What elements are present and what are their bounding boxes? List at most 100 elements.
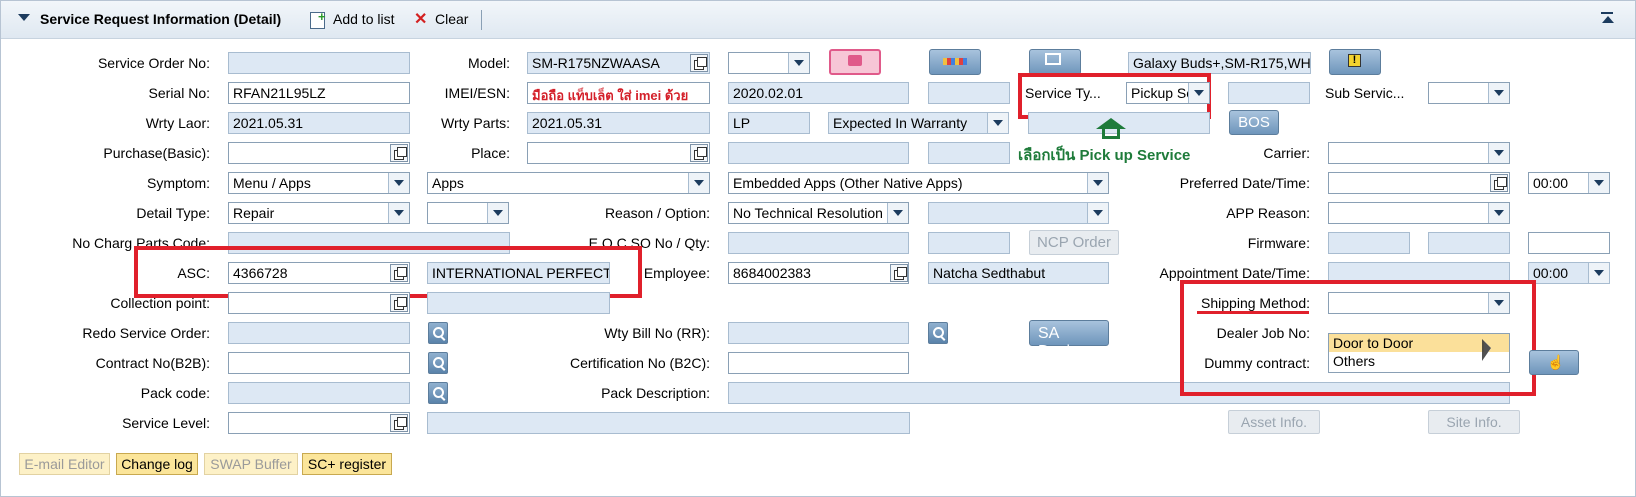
bos-button[interactable]: BOS (1229, 110, 1279, 135)
search-icon[interactable] (428, 352, 448, 374)
chevron-down-icon[interactable] (688, 173, 709, 193)
contract-no-b2b-field[interactable] (228, 352, 410, 374)
wrty-labor-field: 2021.05.31 (228, 112, 410, 134)
firmware-field-3[interactable] (1528, 232, 1610, 254)
symptom-1-select[interactable]: Menu / Apps (228, 172, 410, 194)
reason-select[interactable]: No Technical Resolution (728, 202, 909, 224)
carrier-select[interactable] (1328, 142, 1510, 164)
email-editor-button[interactable]: E-mail Editor (19, 453, 110, 475)
value-help-icon[interactable] (690, 144, 708, 162)
plus-icon: + (318, 9, 326, 24)
option-select[interactable] (928, 202, 1109, 224)
chevron-down-icon[interactable] (1488, 143, 1509, 163)
change-log-button[interactable]: Change log (116, 453, 198, 475)
wrty-code-field: LP (728, 112, 810, 134)
value-help-icon[interactable] (690, 54, 708, 72)
service-order-no-field[interactable] (228, 52, 410, 74)
chevron-down-icon[interactable] (1087, 173, 1108, 193)
clear-x-icon[interactable]: ✕ (414, 9, 427, 29)
chevron-down-icon[interactable] (388, 173, 409, 193)
label-pack-code: Pack code: (140, 385, 210, 401)
clear-button[interactable]: Clear (435, 11, 468, 27)
detail-type-select[interactable]: Repair (228, 202, 410, 224)
wrty-parts-field: 2021.05.31 (527, 112, 710, 134)
place-detail-field (728, 142, 909, 164)
collapse-up-icon[interactable] (1602, 16, 1614, 23)
pickup-service-annotation: เลือกเป็น Pick up Service (1018, 147, 1191, 164)
chevron-down-icon[interactable] (388, 203, 409, 223)
service-type-code-field (1228, 82, 1310, 104)
place-field[interactable] (527, 142, 710, 164)
certification-no-field[interactable] (728, 352, 909, 374)
preferred-date-field[interactable] (1328, 172, 1510, 194)
search-icon[interactable] (428, 382, 448, 404)
ncp-order-button[interactable]: NCP Order (1029, 230, 1119, 255)
swap-buffer-button[interactable]: SWAP Buffer (204, 453, 298, 475)
sc-register-button[interactable]: SC+ register (302, 453, 392, 475)
asset-info-button[interactable]: Asset Info. (1228, 410, 1320, 434)
search-icon[interactable] (428, 322, 448, 344)
label-service-order-no: Service Order No: (97, 55, 210, 71)
collection-point-name-field (427, 292, 610, 314)
label-dealer-job-no: Dealer Job No: (1216, 325, 1310, 341)
asc-highlight-box (134, 246, 642, 298)
blank-readonly-field (928, 82, 1010, 104)
chevron-down-icon[interactable] (1087, 203, 1108, 223)
place-code-field (928, 142, 1010, 164)
label-contract-no-b2b: Contract No(B2B): (95, 355, 210, 371)
service-level-field[interactable] (228, 412, 410, 434)
tv-icon (848, 55, 862, 66)
label-imei-esn: IMEI/ESN: (444, 85, 510, 101)
model-field[interactable]: SM-R175NZWAASA (527, 52, 710, 74)
shipping-method-select[interactable] (1328, 292, 1510, 314)
label-shipping-method: Shipping Method: (1201, 295, 1310, 311)
collapse-triangle-icon[interactable] (18, 14, 30, 21)
label-purchase-basic: Purchase(Basic): (103, 145, 210, 161)
label-symptom: Symptom: (146, 175, 210, 191)
label-place: Place: (471, 145, 510, 161)
panel-title: Service Request Information (Detail) (40, 11, 282, 27)
barcode-icon (943, 58, 967, 65)
value-help-icon[interactable] (390, 414, 408, 432)
warranty-status-select[interactable]: Expected In Warranty (828, 112, 1009, 134)
label-model: Model: (467, 55, 510, 71)
label-appointment-datetime: Appointment Date/Time: (1159, 265, 1310, 281)
site-info-button[interactable]: Site Info. (1428, 410, 1520, 434)
chevron-down-icon[interactable] (788, 53, 809, 73)
chevron-down-icon[interactable] (1188, 83, 1209, 103)
chevron-down-icon[interactable] (1588, 263, 1609, 283)
app-reason-select[interactable] (1328, 202, 1510, 224)
serial-no-field[interactable]: RFAN21L95LZ (228, 82, 410, 104)
symptom-3-select[interactable]: Embedded Apps (Other Native Apps) (728, 172, 1109, 194)
employee-id-field[interactable]: 8684002383 (728, 262, 909, 284)
search-icon[interactable] (928, 322, 948, 344)
label-redo-service-order: Redo Service Order: (82, 325, 210, 341)
chevron-down-icon[interactable] (1488, 293, 1509, 313)
chevron-down-icon[interactable] (987, 113, 1008, 133)
pack-code-field (228, 382, 410, 404)
chevron-down-icon[interactable] (1488, 203, 1509, 223)
redo-service-order-field (228, 322, 410, 344)
value-help-icon[interactable] (390, 294, 408, 312)
service-level-desc-field (427, 412, 910, 434)
purchase-basic-field[interactable] (228, 142, 410, 164)
label-service-type: Service Ty... (1025, 85, 1101, 101)
calendar-icon[interactable] (1490, 174, 1508, 192)
sa-device-button[interactable]: SA Device (1029, 320, 1109, 360)
label-wrty-parts: Wrty Parts: (441, 115, 510, 131)
chevron-down-icon[interactable] (887, 203, 908, 223)
chevron-down-icon[interactable] (487, 203, 508, 223)
add-to-list-button[interactable]: Add to list (333, 11, 394, 27)
label-wrty-labor: Wrty Laor: (145, 115, 210, 131)
symptom-2-select[interactable]: Apps (427, 172, 710, 194)
calendar-icon[interactable] (390, 144, 408, 162)
hand-pointer-icon: ☝ (1547, 354, 1565, 370)
label-detail-type: Detail Type: (136, 205, 210, 221)
value-help-icon[interactable] (890, 264, 908, 282)
chevron-down-icon[interactable] (1588, 173, 1609, 193)
label-firmware: Firmware: (1247, 235, 1310, 251)
label-preferred-datetime: Preferred Date/Time: (1179, 175, 1310, 191)
chevron-down-icon[interactable] (1488, 83, 1509, 103)
collection-point-field[interactable] (228, 292, 410, 314)
warning-icon: ! (1348, 54, 1361, 67)
